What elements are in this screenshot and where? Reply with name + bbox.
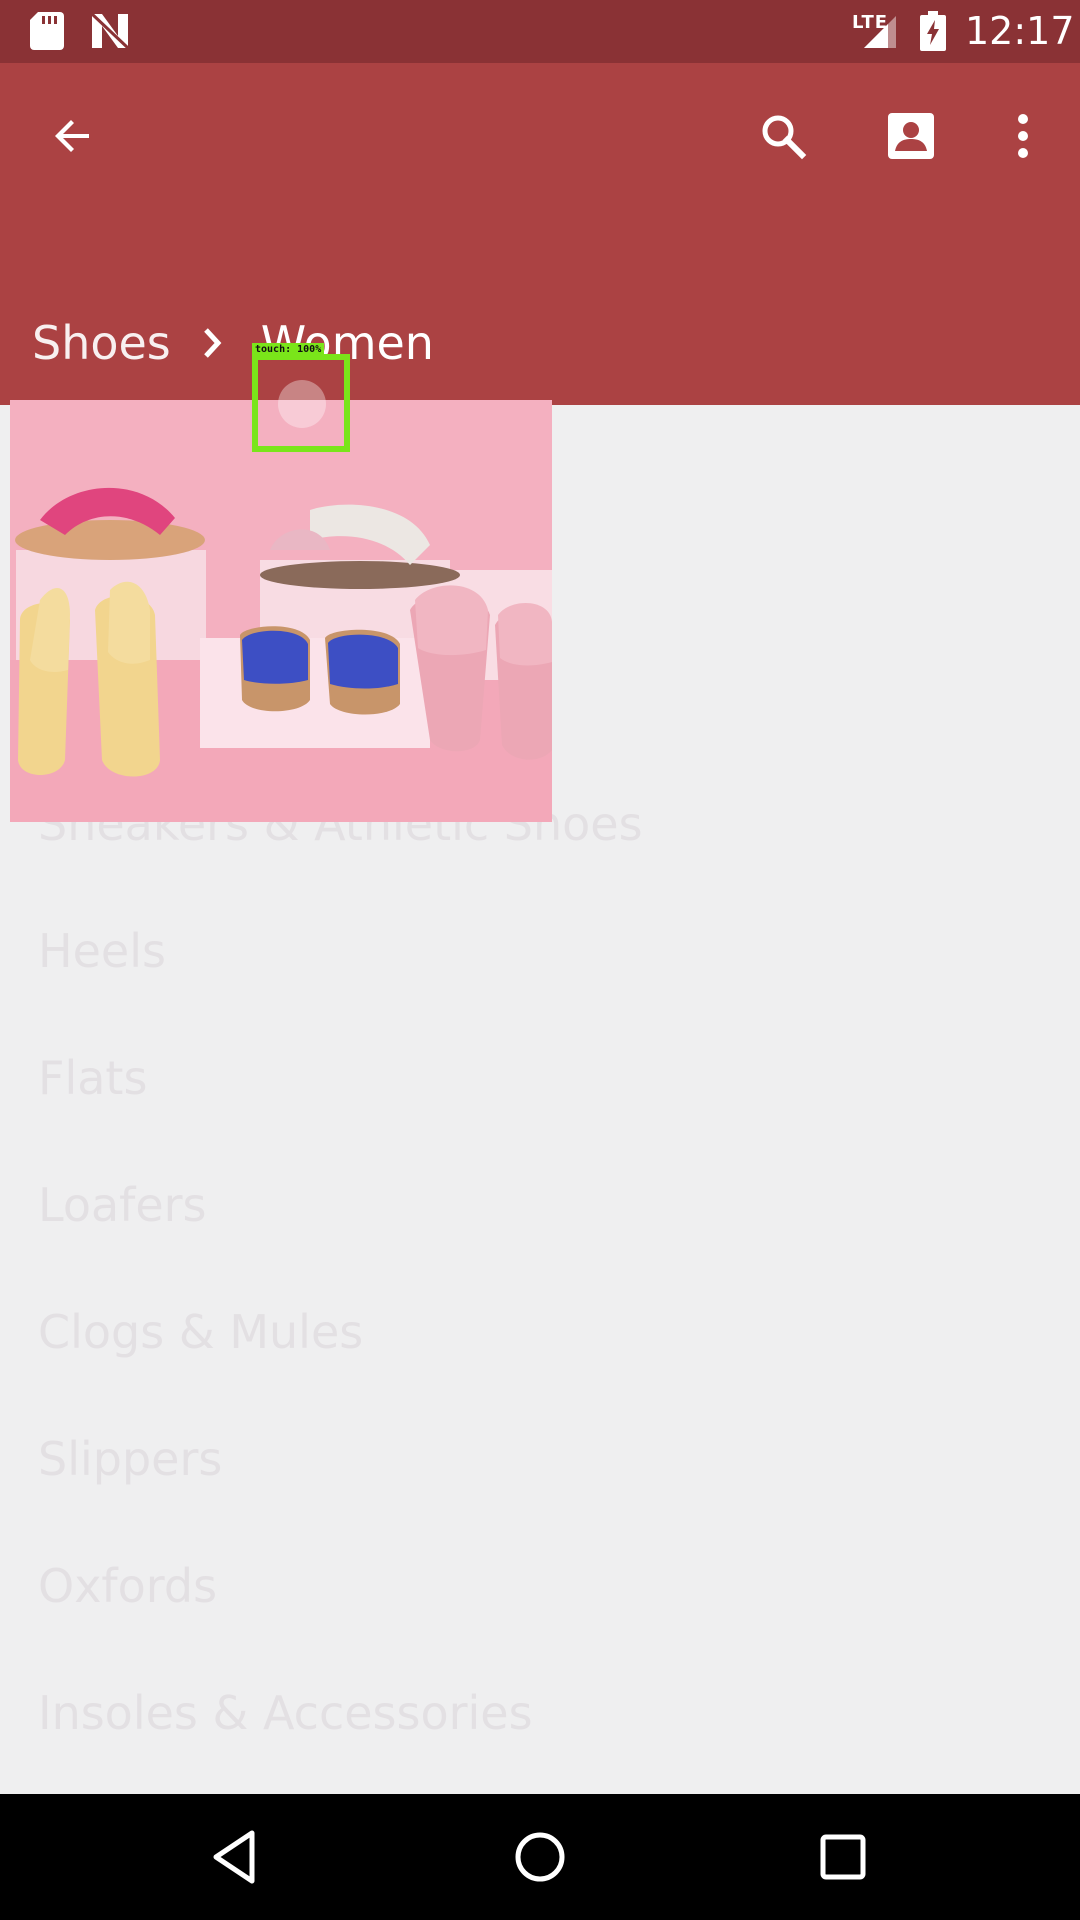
nav-recents-button[interactable]: [808, 1822, 878, 1892]
more-vert-icon: [1018, 114, 1028, 158]
chevron-right-icon: [201, 323, 231, 363]
overflow-menu-button[interactable]: [988, 101, 1058, 171]
nav-recents-icon: [820, 1834, 866, 1880]
breadcrumb-item-shoes[interactable]: Shoes: [32, 316, 171, 370]
account-button[interactable]: [876, 101, 946, 171]
search-icon: [762, 115, 807, 160]
signal-icon: [864, 16, 896, 48]
category-item-loafers[interactable]: Loafers: [0, 1178, 1080, 1305]
category-item-oxfords[interactable]: Oxfords: [0, 1559, 1080, 1686]
category-item-slippers[interactable]: Slippers: [0, 1432, 1080, 1559]
breadcrumb: Shoes Women: [32, 313, 434, 373]
category-item-clogs-mules[interactable]: Clogs & Mules: [0, 1305, 1080, 1432]
arrow-back-icon: [55, 120, 89, 152]
category-item-heels[interactable]: Heels: [0, 924, 1080, 1051]
search-button[interactable]: [748, 101, 818, 171]
account-box-icon: [888, 113, 934, 159]
status-bar: LTE 12:17: [0, 0, 1080, 63]
category-item-flats[interactable]: Flats: [0, 1051, 1080, 1178]
nav-back-icon: [213, 1830, 255, 1884]
nav-back-button[interactable]: [200, 1822, 270, 1892]
touch-dot: [278, 380, 326, 428]
nav-home-button[interactable]: [505, 1822, 575, 1892]
nav-home-icon: [515, 1832, 565, 1882]
women-shoes-banner-image: [10, 400, 552, 822]
n-notification-icon: [90, 12, 130, 50]
app-bar: Shoes Women: [0, 63, 1080, 405]
system-nav-bar: [0, 1794, 1080, 1920]
sd-card-icon: [30, 12, 64, 50]
status-clock: 12:17: [965, 9, 1075, 53]
category-list: Sneakers & Athletic Shoes Heels Flats Lo…: [0, 797, 1080, 1813]
touch-indicator: [252, 354, 350, 452]
battery-charging-icon: [920, 11, 946, 51]
back-button[interactable]: [38, 101, 108, 171]
